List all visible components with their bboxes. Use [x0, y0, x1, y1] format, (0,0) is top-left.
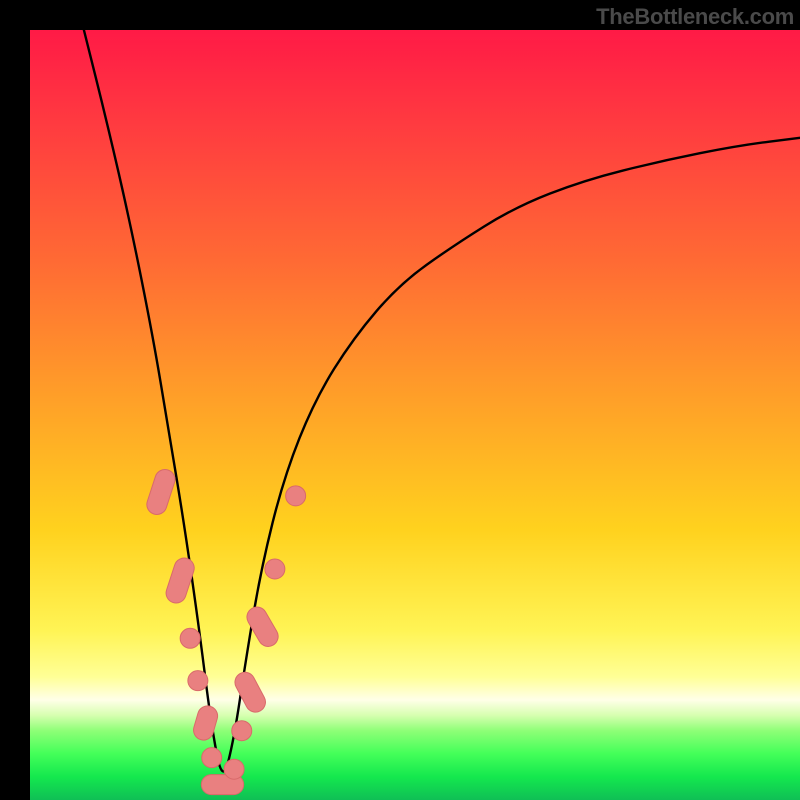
- chart-frame: TheBottleneck.com: [0, 0, 800, 800]
- chart-plot-area: [30, 30, 800, 800]
- bottleneck-curve: [84, 30, 800, 771]
- marker-dot: [265, 559, 285, 579]
- marker-dot: [188, 671, 208, 691]
- chart-svg: [30, 30, 800, 800]
- marker-dot: [224, 759, 244, 779]
- marker-capsule: [191, 704, 220, 743]
- marker-dot: [286, 486, 306, 506]
- watermark-text: TheBottleneck.com: [596, 4, 794, 30]
- curve-markers: [144, 467, 305, 795]
- marker-capsule: [144, 467, 177, 517]
- marker-dot: [232, 721, 252, 741]
- marker-dot: [180, 628, 200, 648]
- marker-capsule: [231, 669, 269, 716]
- marker-dot: [202, 748, 222, 768]
